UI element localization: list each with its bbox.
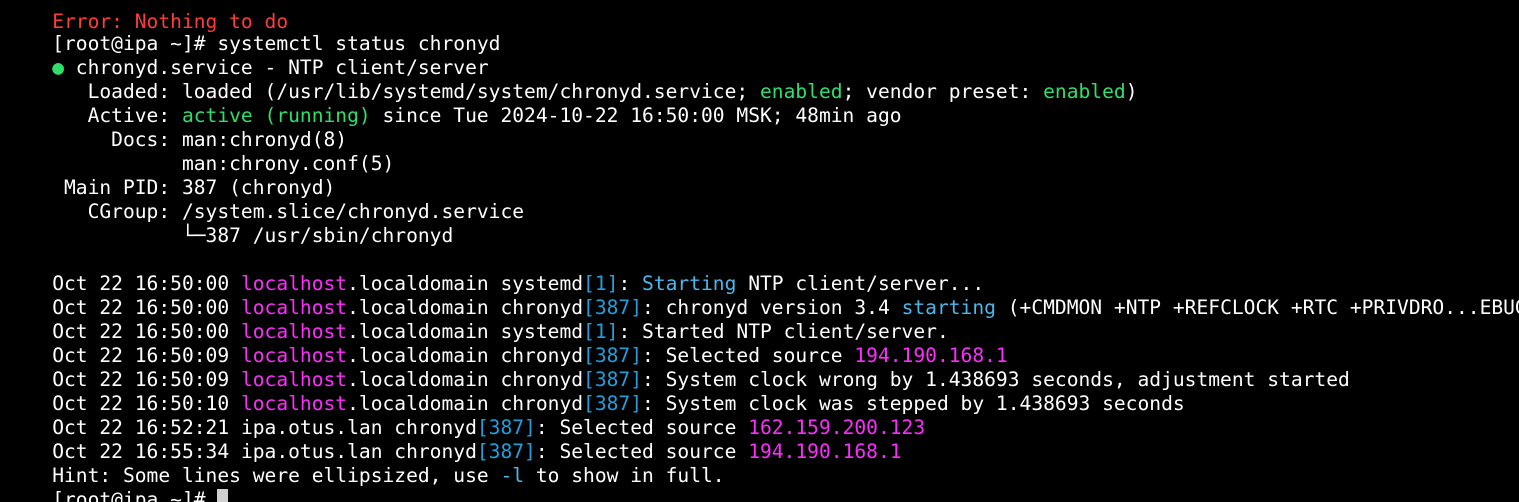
- loaded-end: ): [1125, 80, 1138, 103]
- active-since: since Tue 2024-10-22 16:50:00 MSK; 48min…: [370, 104, 902, 127]
- service-title-line: ● chronyd.service - NTP client/server: [5, 32, 488, 79]
- log-line: Oct 22 16:50:00 localhost.localdomain sy…: [5, 248, 984, 295]
- log-line: Oct 22 16:50:09 localhost.localdomain ch…: [5, 344, 1350, 391]
- log-line: Oct 22 16:52:21 ipa.otus.lan chronyd[387…: [5, 392, 925, 439]
- hint-post: to show in full.: [524, 464, 725, 487]
- terminal-window[interactable]: Error: Nothing to do [root@ipa ~]# syste…: [0, 0, 1519, 502]
- log-ip: 194.190.168.1: [748, 440, 902, 463]
- docs-line-2: man:chrony.conf(5): [5, 128, 394, 175]
- prompt-line[interactable]: [root@ipa ~]#: [5, 464, 229, 502]
- hint-line: Hint: Some lines were ellipsized, use -l…: [5, 440, 724, 487]
- log-line: Oct 22 16:50:00 localhost.localdomain sy…: [5, 296, 949, 343]
- log-line: Oct 22 16:55:34 ipa.otus.lan chronyd[387…: [5, 416, 901, 463]
- prompt-final: [root@ipa ~]#: [52, 488, 218, 502]
- hint-flag: -l: [500, 464, 525, 487]
- mainpid-line: Main PID: 387 (chronyd): [5, 152, 335, 199]
- command-line: [root@ipa ~]# systemctl status chronyd: [5, 8, 500, 55]
- log-line: Oct 22 16:50:00 localhost.localdomain ch…: [5, 272, 1519, 319]
- loaded-line: Loaded: loaded (/usr/lib/systemd/system/…: [5, 56, 1138, 103]
- active-line: Active: active (running) since Tue 2024-…: [5, 80, 902, 127]
- docs-line: Docs: man:chronyd(8): [5, 104, 347, 151]
- log-line: Oct 22 16:50:09 localhost.localdomain ch…: [5, 320, 1008, 367]
- cgroup-line: CGroup: /system.slice/chronyd.service: [5, 176, 525, 223]
- cgroup-tree-line: └─387 /usr/sbin/chronyd: [5, 200, 453, 247]
- cgroup-tree: └─387 /usr/sbin/chronyd: [52, 224, 454, 247]
- cursor-icon[interactable]: [217, 489, 229, 502]
- log-line: Oct 22 16:50:10 localhost.localdomain ch…: [5, 368, 1184, 415]
- loaded-preset: enabled: [1043, 80, 1126, 103]
- log-msg: (+CMDMON +NTP +REFCLOCK +RTC +PRIVDRO...…: [995, 296, 1519, 319]
